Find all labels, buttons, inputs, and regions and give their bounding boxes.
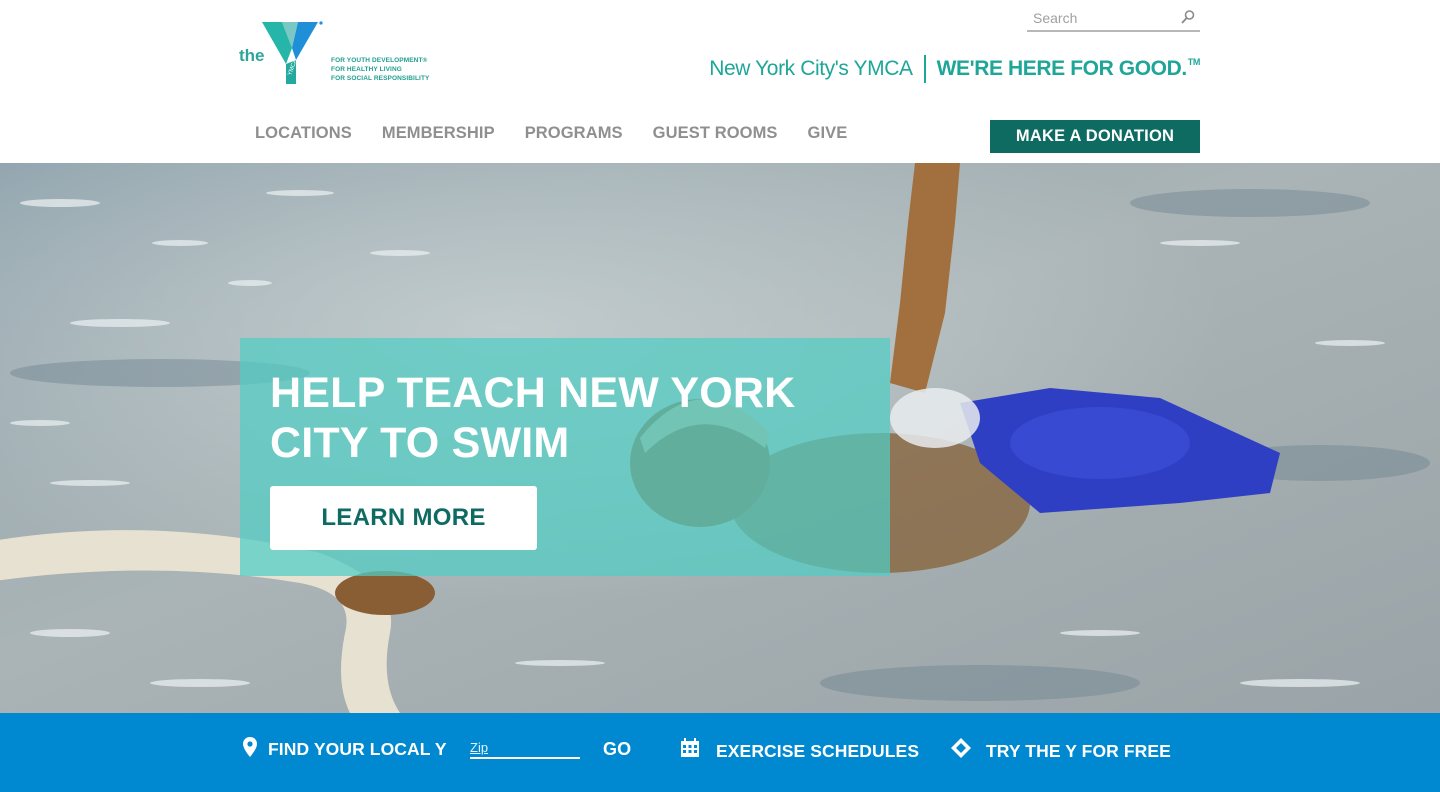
calendar-icon [681, 738, 699, 757]
make-donation-button[interactable]: MAKE A DONATION [990, 120, 1200, 153]
hero-promo-card: HELP TEACH NEW YORK CITY TO SWIM LEARN M… [240, 338, 890, 576]
zip-field [470, 737, 580, 759]
logo-tagline: FOR YOUTH DEVELOPMENT® FOR HEALTHY LIVIN… [331, 56, 429, 83]
brand-line: New York City's YMCA WE'RE HERE FOR GOOD… [709, 55, 1200, 83]
nav-give[interactable]: GIVE [808, 124, 848, 143]
go-button[interactable]: GO [603, 739, 631, 760]
ymca-logo[interactable]: the YMCA FOR YOUTH DEVELOPMENT® FOR HEAL… [238, 18, 438, 88]
tagline-line-3: FOR SOCIAL RESPONSIBILITY [331, 75, 430, 82]
try-the-y-free-link[interactable]: TRY THE Y FOR FREE [986, 741, 1171, 762]
site-header: the YMCA FOR YOUTH DEVELOPMENT® FOR HEAL… [0, 0, 1440, 163]
logo-the: the [239, 46, 265, 65]
hero-banner: HELP TEACH NEW YORK CITY TO SWIM LEARN M… [0, 163, 1440, 713]
nav-guest-rooms[interactable]: GUEST ROOMS [653, 124, 778, 143]
search-icon[interactable] [1180, 9, 1196, 25]
main-nav: LOCATIONS MEMBERSHIP PROGRAMS GUEST ROOM… [255, 124, 877, 143]
location-pin-icon [243, 737, 257, 757]
y-logo-icon: YMCA [262, 21, 323, 84]
nav-membership[interactable]: MEMBERSHIP [382, 124, 495, 143]
trademark-mark: TM [1187, 57, 1201, 67]
find-local-y-label: FIND YOUR LOCAL Y [268, 739, 447, 759]
zip-input[interactable] [470, 737, 580, 757]
quick-links-bar: FIND YOUR LOCAL Y GO EXERCISE SCHEDULES … [0, 713, 1440, 792]
search-box [1027, 6, 1200, 32]
exercise-schedules-link[interactable]: EXERCISE SCHEDULES [716, 741, 919, 762]
svg-text:YMCA: YMCA [287, 58, 299, 76]
brand-divider [923, 55, 926, 83]
nav-programs[interactable]: PROGRAMS [525, 124, 623, 143]
brand-slogan-text: WE'RE HERE FOR GOOD. [936, 57, 1188, 80]
nav-locations[interactable]: LOCATIONS [255, 124, 352, 143]
hero-title: HELP TEACH NEW YORK CITY TO SWIM [270, 369, 796, 467]
brand-slogan: WE'RE HERE FOR GOOD.TM [936, 57, 1201, 81]
learn-more-button[interactable]: LEARN MORE [270, 486, 537, 550]
tagline-line-2: FOR HEALTHY LIVING [331, 66, 402, 73]
search-input[interactable] [1027, 6, 1177, 30]
ticket-tag-icon [951, 738, 971, 758]
tagline-line-1: FOR YOUTH DEVELOPMENT® [331, 57, 428, 64]
brand-name: New York City's YMCA [709, 57, 913, 80]
